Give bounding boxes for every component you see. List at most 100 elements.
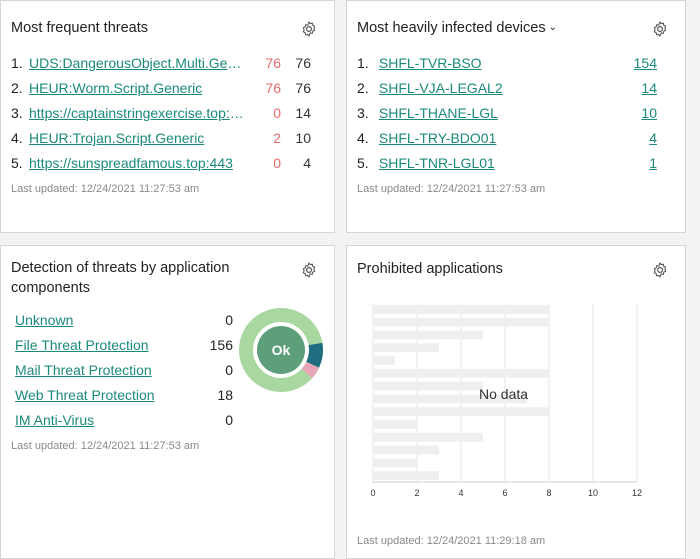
device-count-link[interactable]: 4 (605, 129, 657, 147)
device-link[interactable]: SHFL-TRY-BDO01 (379, 130, 496, 146)
detection-by-components-card: Detection of threats by application comp… (0, 245, 335, 559)
prohibited-applications-card: Prohibited applications 0 2 4 6 8 10 12 No dat… (346, 245, 686, 559)
threat-link[interactable]: https://captainstringexercise.top:443 (29, 104, 247, 122)
threat-red-count: 76 (265, 55, 281, 71)
last-updated: Last updated: 12/24/2021 11:29:18 am (357, 535, 546, 547)
component-link[interactable]: IM Anti-Virus (15, 412, 94, 428)
status-donut-chart[interactable]: Ok (239, 308, 323, 392)
x-tick-label: 4 (458, 488, 463, 498)
threat-total-count: 76 (295, 80, 311, 96)
x-tick-label: 10 (588, 488, 598, 498)
list-item: 1. SHFL-TVR-BSO 154 (357, 54, 662, 72)
x-tick-label: 8 (546, 488, 551, 498)
most-frequent-threats-card: Most frequent threats 1. UDS:DangerousOb… (0, 0, 335, 233)
list-item: 3. https://captainstringexercise.top:443… (11, 104, 316, 122)
prohibited-apps-chart: 0 2 4 6 8 10 12 (370, 303, 642, 498)
list-item: 2. SHFL-VJA-LEGAL2 14 (357, 79, 662, 97)
list-item: 3. SHFL-THANE-LGL 10 (357, 104, 662, 122)
component-count: 18 (217, 387, 233, 403)
threat-red-count: 0 (273, 155, 281, 171)
infected-devices-card: Most heavily infected devices ⌄ 1. SHFL-T… (346, 0, 686, 233)
device-link[interactable]: SHFL-VJA-LEGAL2 (379, 80, 503, 96)
chevron-down-icon[interactable]: ⌄ (549, 22, 557, 33)
device-count-link[interactable]: 1 (605, 154, 657, 172)
rank: 5. (11, 155, 23, 171)
list-item: IM Anti-Virus 0 (15, 411, 233, 429)
device-count-link[interactable]: 10 (605, 104, 657, 122)
device-count-link[interactable]: 154 (605, 54, 657, 72)
x-tick-label: 6 (502, 488, 507, 498)
card-title: Detection of threats by application comp… (11, 260, 230, 296)
component-count: 0 (225, 362, 233, 378)
threat-red-count: 76 (265, 80, 281, 96)
component-count: 0 (225, 412, 233, 428)
threat-link[interactable]: https://sunspreadfamous.top:443 (29, 154, 247, 172)
rank: 4. (357, 130, 369, 146)
chart-bar (373, 420, 417, 429)
chart-bar (373, 330, 483, 340)
chart-bar (373, 343, 439, 353)
status-label: Ok (272, 342, 291, 358)
list-item: Unknown 0 (15, 311, 233, 329)
threat-red-count: 0 (273, 105, 281, 121)
rank: 3. (11, 105, 23, 121)
threat-link[interactable]: HEUR:Worm.Script.Generic (29, 79, 247, 97)
card-title: Most heavily infected devices ⌄ (357, 18, 557, 38)
list-item: 2. HEUR:Worm.Script.Generic 76 76 (11, 79, 316, 97)
chart-bar (373, 407, 549, 417)
chart-bar (373, 432, 483, 442)
chart-bar (373, 445, 439, 455)
threat-total-count: 4 (303, 155, 311, 171)
x-tick-label: 2 (414, 488, 419, 498)
component-link[interactable]: Mail Threat Protection (15, 362, 152, 378)
rank: 2. (357, 80, 369, 96)
gear-icon[interactable] (300, 20, 318, 38)
component-link[interactable]: File Threat Protection (15, 337, 149, 353)
threat-link[interactable]: HEUR:Trojan.Script.Generic (29, 129, 247, 147)
list-item: 4. SHFL-TRY-BDO01 4 (357, 129, 662, 147)
gear-icon[interactable] (651, 261, 669, 279)
threat-link[interactable]: UDS:DangerousObject.Multi.Generic (29, 54, 247, 72)
rank: 1. (357, 55, 369, 71)
component-link[interactable]: Unknown (15, 312, 73, 328)
device-link[interactable]: SHFL-TVR-BSO (379, 55, 482, 71)
list-item: 1. UDS:DangerousObject.Multi.Generic 76 … (11, 54, 316, 72)
list-item: 4. HEUR:Trojan.Script.Generic 2 10 (11, 129, 316, 147)
component-link[interactable]: Web Threat Protection (15, 387, 155, 403)
chart-bar (373, 317, 549, 327)
list-item: Web Threat Protection 18 (15, 386, 233, 404)
chart-bar (373, 305, 549, 314)
component-count: 156 (209, 337, 233, 353)
x-tick-label: 0 (370, 488, 375, 498)
card-title-text: Most heavily infected devices (357, 20, 546, 36)
threat-red-count: 2 (273, 130, 281, 146)
no-data-label: No data (479, 386, 529, 402)
last-updated: Last updated: 12/24/2021 11:27:53 am (11, 440, 200, 452)
rank: 3. (357, 105, 369, 121)
chart-bar (373, 356, 395, 365)
chart-bar (373, 381, 483, 391)
chart-bar (373, 458, 417, 468)
card-title: Most frequent threats (11, 20, 149, 36)
chart-bar (373, 471, 439, 480)
list-item: 5. SHFL-TNR-LGL01 1 (357, 154, 662, 172)
donut-teal-segment (306, 342, 323, 368)
threat-total-count: 14 (295, 105, 311, 121)
chart-bar (373, 368, 549, 378)
list-item: Mail Threat Protection 0 (15, 361, 233, 379)
threat-total-count: 10 (295, 130, 311, 146)
device-link[interactable]: SHFL-THANE-LGL (379, 105, 498, 121)
rank: 1. (11, 55, 23, 71)
rank: 4. (11, 130, 23, 146)
x-tick-label: 12 (632, 488, 642, 498)
gear-icon[interactable] (300, 261, 318, 279)
donut-pink-segment (301, 361, 319, 379)
rank: 5. (357, 155, 369, 171)
device-count-link[interactable]: 14 (605, 79, 657, 97)
card-title: Prohibited applications (357, 261, 503, 277)
threat-total-count: 76 (295, 55, 311, 71)
gear-icon[interactable] (651, 20, 669, 38)
device-link[interactable]: SHFL-TNR-LGL01 (379, 155, 495, 171)
rank: 2. (11, 80, 23, 96)
component-count: 0 (225, 312, 233, 328)
